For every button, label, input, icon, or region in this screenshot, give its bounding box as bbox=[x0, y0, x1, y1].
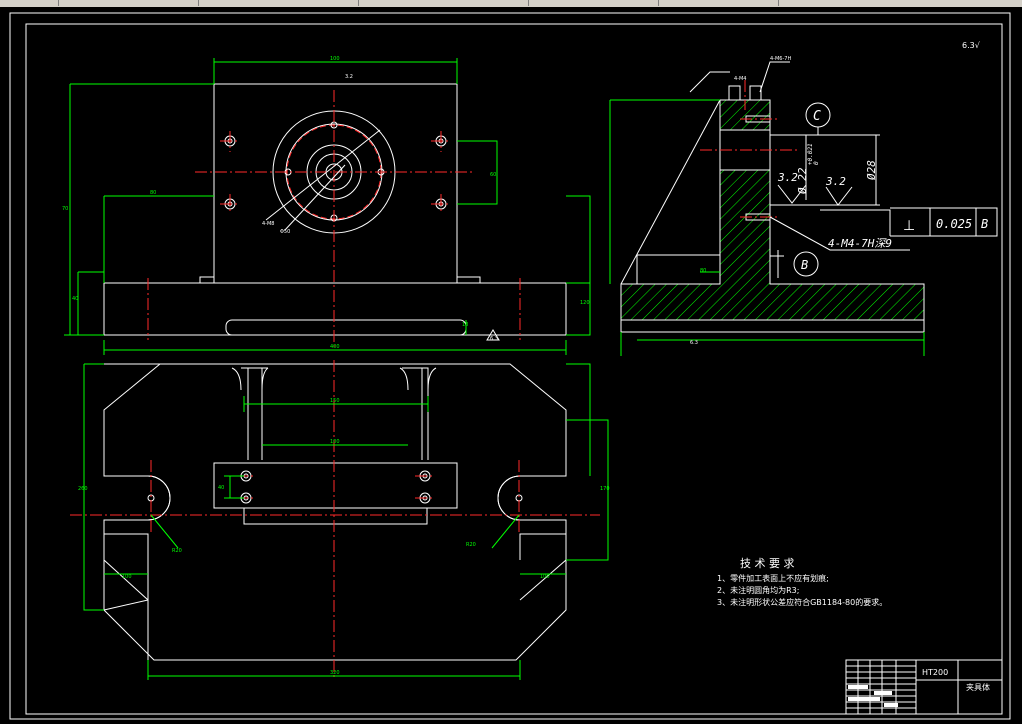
cad-drawing-canvas[interactable]: 100 3.2 4-M8 Φ50 70 40 80 60 120 18 400 … bbox=[0, 7, 1022, 724]
perpendicularity-symbol: ⊥ bbox=[903, 218, 915, 234]
toolbar-tab[interactable] bbox=[198, 0, 359, 6]
toolbar-tab[interactable] bbox=[58, 0, 199, 6]
tech-requirements: 技 术 要 求 1、零件加工表面上不应有划痕; 2、未注明圆角均为R3; 3、未… bbox=[717, 557, 887, 607]
diameter-text: Ø28 bbox=[865, 160, 878, 180]
dim-text: 100 bbox=[540, 574, 550, 580]
dim-text: 40 bbox=[72, 296, 78, 302]
dim-text: 100 bbox=[330, 439, 340, 445]
tech-req-item: 2、未注明圆角均为R3; bbox=[717, 585, 799, 595]
roughness-text: 6.3 bbox=[690, 340, 698, 346]
roughness-text: 3.2 bbox=[345, 74, 353, 80]
dim-text: 120 bbox=[580, 300, 590, 306]
callout-text: Φ50 bbox=[280, 229, 290, 235]
dim-text: 80 bbox=[150, 190, 156, 196]
dim-text: 260 bbox=[78, 486, 88, 492]
tolerance-text: 0 bbox=[813, 161, 820, 165]
tech-req-item: 3、未注明形状公差应符合GB1184-80的要求。 bbox=[717, 597, 887, 607]
dim-text: 4-M4 bbox=[734, 76, 746, 82]
title-block-material: HT200 bbox=[922, 668, 948, 677]
roughness-text: 3.2 bbox=[825, 175, 846, 188]
toolbar-tab[interactable] bbox=[0, 0, 59, 6]
section-view: 4-M4 4-M6-7H 6.3 80 bbox=[609, 56, 998, 356]
diameter-text: Ø 22 bbox=[796, 167, 809, 194]
dim-text: 150 bbox=[330, 398, 340, 404]
section-callouts: C Ø 22 +0.021 0 Ø28 3.2 3.2 ⊥ 0.025 B 4-… bbox=[777, 41, 988, 272]
dim-text: 400 bbox=[330, 344, 340, 350]
dim-text: 80 bbox=[700, 268, 706, 274]
callout-text: 4-M6-7H bbox=[770, 56, 791, 62]
toolbar-tab[interactable] bbox=[528, 0, 659, 6]
dim-text: 170 bbox=[600, 486, 610, 492]
title-block-part-name: 夹具体 bbox=[966, 682, 990, 692]
dim-text: 18 bbox=[462, 322, 468, 328]
dim-text: 60 bbox=[490, 172, 496, 178]
plan-view-dims: 150 100 260 170 40 R20 R20 100 100 320 bbox=[78, 398, 610, 676]
datum-b-label: B bbox=[801, 258, 808, 272]
dim-text: 100 bbox=[330, 56, 340, 62]
title-block: HT200 夹具体 bbox=[845, 659, 1003, 715]
tech-req-title: 技 术 要 求 bbox=[740, 557, 795, 570]
dim-text: 320 bbox=[330, 670, 340, 676]
front-view-dims: 100 3.2 4-M8 Φ50 70 40 80 60 120 18 400 … bbox=[62, 56, 590, 350]
callout-text: 4-M8 bbox=[262, 221, 274, 227]
front-view bbox=[64, 58, 591, 355]
dim-text: 70 bbox=[62, 206, 68, 212]
dim-text: 40 bbox=[218, 485, 224, 491]
toolbar-tab[interactable] bbox=[658, 0, 779, 6]
roughness-text: 3.2 bbox=[777, 171, 798, 184]
window-toolbar-strip bbox=[0, 0, 1022, 7]
plan-view bbox=[70, 360, 609, 680]
overall-roughness: 6.3√ bbox=[962, 41, 981, 50]
sheet-inner-border bbox=[25, 23, 1003, 715]
tolerance-value: 0.025 bbox=[936, 217, 972, 231]
datum-ref: B bbox=[981, 217, 988, 231]
dim-text: R20 bbox=[172, 548, 182, 554]
sheet-outer-border bbox=[9, 12, 1011, 720]
datum-c-label: C bbox=[813, 109, 821, 124]
dim-text: 100 bbox=[122, 574, 132, 580]
dim-text: R20 bbox=[466, 542, 476, 548]
tech-req-item: 1、零件加工表面上不应有划痕; bbox=[717, 573, 829, 583]
thread-note: 4-M4-7H深9 bbox=[828, 237, 892, 250]
toolbar-tab[interactable] bbox=[358, 0, 529, 6]
